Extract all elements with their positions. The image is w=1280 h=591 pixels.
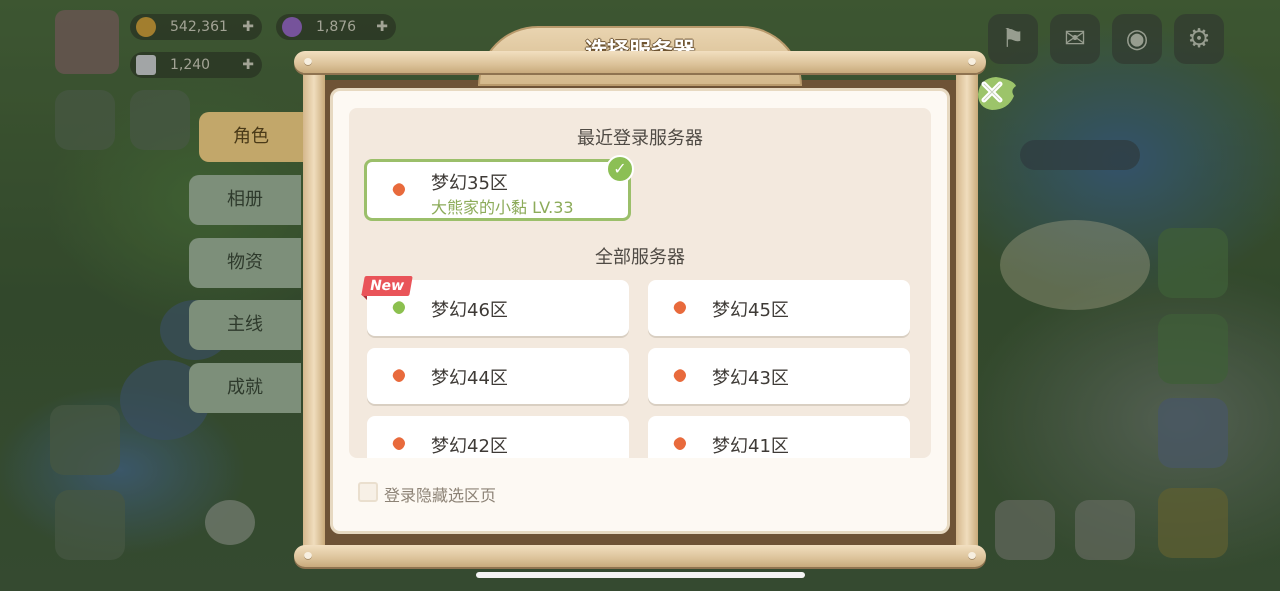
server-name: 梦幻45区 xyxy=(712,300,789,321)
server-card[interactable]: 梦幻43区 xyxy=(648,348,910,404)
close-icon xyxy=(978,77,1016,110)
recent-server-name: 梦幻35区 xyxy=(431,173,508,194)
frame-post-left xyxy=(303,70,325,554)
side-tab-character[interactable]: 角色 xyxy=(199,112,303,162)
server-card[interactable]: 梦幻41区 xyxy=(648,416,910,458)
server-name: 梦幻46区 xyxy=(431,300,508,321)
home-indicator[interactable] xyxy=(476,572,805,578)
close-button[interactable] xyxy=(974,74,1018,114)
recent-character-info: 大熊家的小黏 LV.33 xyxy=(431,198,574,217)
recent-server-card[interactable]: 梦幻35区 大熊家的小黏 LV.33 xyxy=(364,159,631,221)
frame-rod-bottom xyxy=(294,545,986,567)
server-name: 梦幻43区 xyxy=(712,368,789,389)
server-card[interactable]: 梦幻46区 New xyxy=(361,276,629,336)
server-status-icon xyxy=(672,436,688,452)
selected-check-icon: ✓ xyxy=(606,155,634,183)
server-name: 梦幻44区 xyxy=(431,368,508,389)
server-status-icon xyxy=(391,436,407,452)
side-tab-supplies[interactable]: 物资 xyxy=(189,238,301,288)
frame-post-right xyxy=(956,70,978,554)
server-status-icon xyxy=(672,300,688,316)
server-status-icon xyxy=(391,300,407,316)
side-tab-main-quest[interactable]: 主线 xyxy=(189,300,301,350)
server-status-icon xyxy=(391,182,407,198)
hide-server-page-checkbox[interactable] xyxy=(358,482,378,502)
side-tab-album[interactable]: 相册 xyxy=(189,175,301,225)
server-card[interactable]: 梦幻45区 xyxy=(648,280,910,336)
server-name: 梦幻41区 xyxy=(712,436,789,457)
server-status-icon xyxy=(672,368,688,384)
server-card[interactable]: 梦幻44区 xyxy=(367,348,629,404)
side-tab-achievements[interactable]: 成就 xyxy=(189,363,301,413)
frame-rod-top xyxy=(294,51,986,73)
hide-server-page-label[interactable]: 登录隐藏选区页 xyxy=(384,482,496,506)
new-badge: New xyxy=(361,276,413,300)
recent-servers-heading: 最近登录服务器 xyxy=(577,128,703,149)
server-list-scroll-area[interactable]: 最近登录服务器 梦幻35区 大熊家的小黏 LV.33 ✓ 全部服务器 梦幻46区… xyxy=(349,108,931,458)
server-status-icon xyxy=(391,368,407,384)
all-servers-heading: 全部服务器 xyxy=(595,247,685,268)
server-name: 梦幻42区 xyxy=(431,436,508,457)
server-card[interactable]: 梦幻42区 xyxy=(367,416,629,458)
